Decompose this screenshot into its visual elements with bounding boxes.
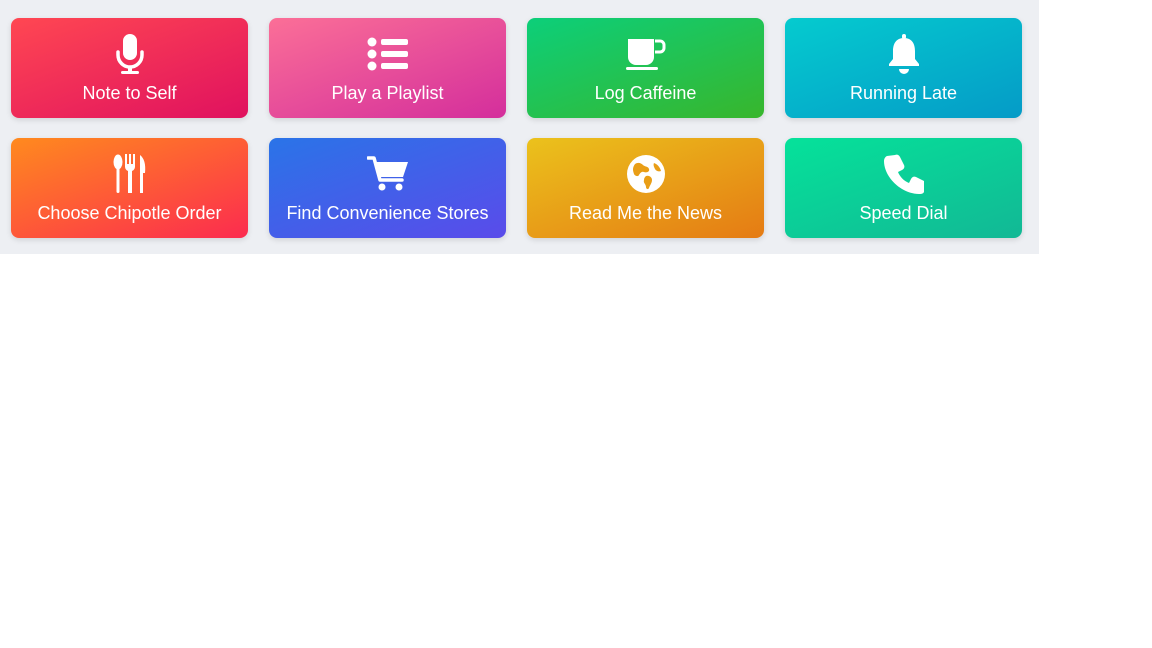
shortcut-read-me-the-news[interactable]: Read Me the News [527,138,764,238]
shopping-cart-icon [366,152,410,196]
list-icon [366,32,410,76]
shortcut-label: Read Me the News [568,203,723,223]
shortcuts-panel: Note to Self Play a Playlist Log Caffein… [0,0,1039,254]
utensils-icon [108,152,152,196]
shortcut-label: Running Late [849,83,958,103]
shortcut-log-caffeine[interactable]: Log Caffeine [527,18,764,118]
shortcut-label: Log Caffeine [594,83,697,103]
phone-icon [882,152,926,196]
shortcut-speed-dial[interactable]: Speed Dial [785,138,1022,238]
shortcut-label: Note to Self [82,83,177,103]
shortcut-label: Find Convenience Stores [286,203,489,223]
shortcut-label: Choose Chipotle Order [37,203,222,223]
shortcut-running-late[interactable]: Running Late [785,18,1022,118]
globe-icon [624,152,668,196]
shortcut-note-to-self[interactable]: Note to Self [11,18,248,118]
coffee-mug-icon [624,32,668,76]
shortcut-play-a-playlist[interactable]: Play a Playlist [269,18,506,118]
bell-icon [882,32,926,76]
shortcut-find-convenience-stores[interactable]: Find Convenience Stores [269,138,506,238]
shortcut-choose-chipotle-order[interactable]: Choose Chipotle Order [11,138,248,238]
shortcuts-grid: Note to Self Play a Playlist Log Caffein… [11,18,1022,238]
shortcut-label: Play a Playlist [331,83,444,103]
microphone-icon [108,32,152,76]
shortcut-label: Speed Dial [859,203,948,223]
